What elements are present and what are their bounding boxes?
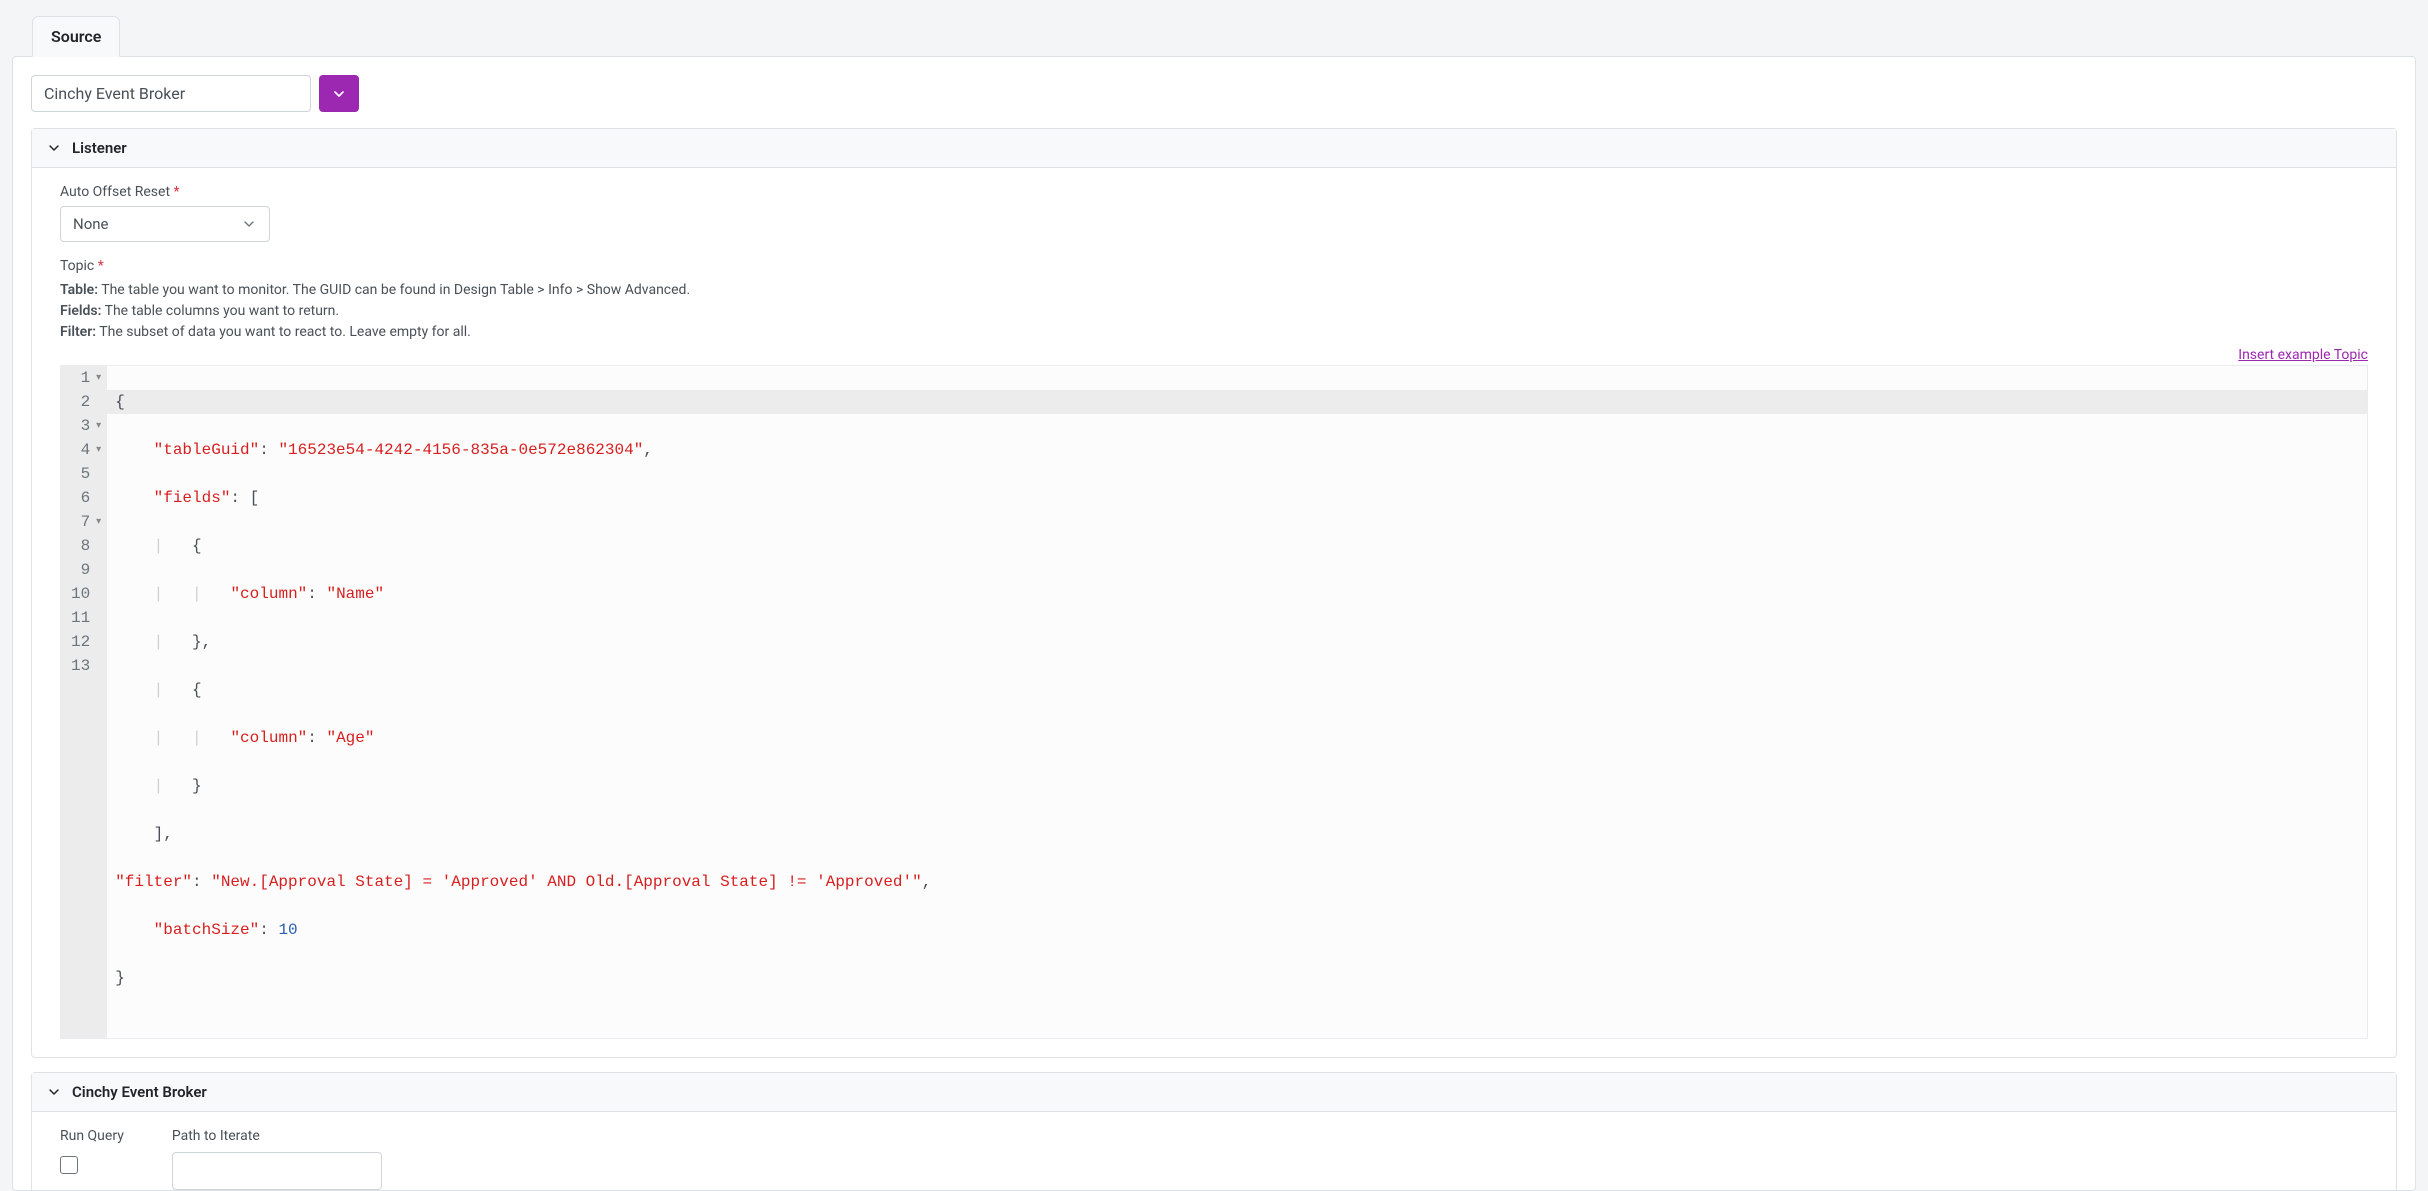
- source-type-select[interactable]: Cinchy Event Broker: [31, 75, 311, 112]
- path-to-iterate-input[interactable]: [172, 1152, 382, 1190]
- auto-offset-select[interactable]: None: [60, 206, 270, 242]
- insert-example-topic-link[interactable]: Insert example Topic: [2238, 347, 2368, 363]
- topic-help: Table: The table you want to monitor. Th…: [60, 280, 2368, 343]
- chevron-down-icon: [46, 140, 62, 156]
- chevron-down-icon: [241, 216, 257, 232]
- auto-offset-value: None: [73, 215, 109, 233]
- main-panel: Cinchy Event Broker Listener Auto Offset…: [12, 56, 2416, 1191]
- listener-section-toggle[interactable]: Listener: [32, 129, 2396, 168]
- source-type-expand-button[interactable]: [319, 75, 359, 112]
- run-query-checkbox[interactable]: [60, 1156, 78, 1174]
- editor-gutter: 1▾ 2 3▾ 4▾ 5 6 7▾ 8 9 10 11 12 13: [61, 366, 107, 1038]
- chevron-down-icon: [46, 1084, 62, 1100]
- topic-code-editor[interactable]: 1▾ 2 3▾ 4▾ 5 6 7▾ 8 9 10 11 12 13: [60, 365, 2368, 1039]
- source-type-value: Cinchy Event Broker: [44, 84, 185, 103]
- broker-section: Cinchy Event Broker Run Query Path to It…: [31, 1072, 2397, 1190]
- listener-section: Listener Auto Offset Reset * None Topic …: [31, 128, 2397, 1058]
- broker-section-toggle[interactable]: Cinchy Event Broker: [32, 1073, 2396, 1112]
- editor-code[interactable]: { "tableGuid": "16523e54-4242-4156-835a-…: [107, 366, 2367, 1038]
- topic-label: Topic *: [60, 258, 2368, 274]
- run-query-label: Run Query: [60, 1128, 124, 1144]
- path-to-iterate-label: Path to Iterate: [172, 1128, 382, 1144]
- listener-section-title: Listener: [72, 139, 127, 157]
- chevron-down-icon: [331, 86, 347, 102]
- broker-section-title: Cinchy Event Broker: [72, 1083, 207, 1101]
- auto-offset-label: Auto Offset Reset *: [60, 184, 2368, 200]
- tab-source[interactable]: Source: [32, 16, 120, 57]
